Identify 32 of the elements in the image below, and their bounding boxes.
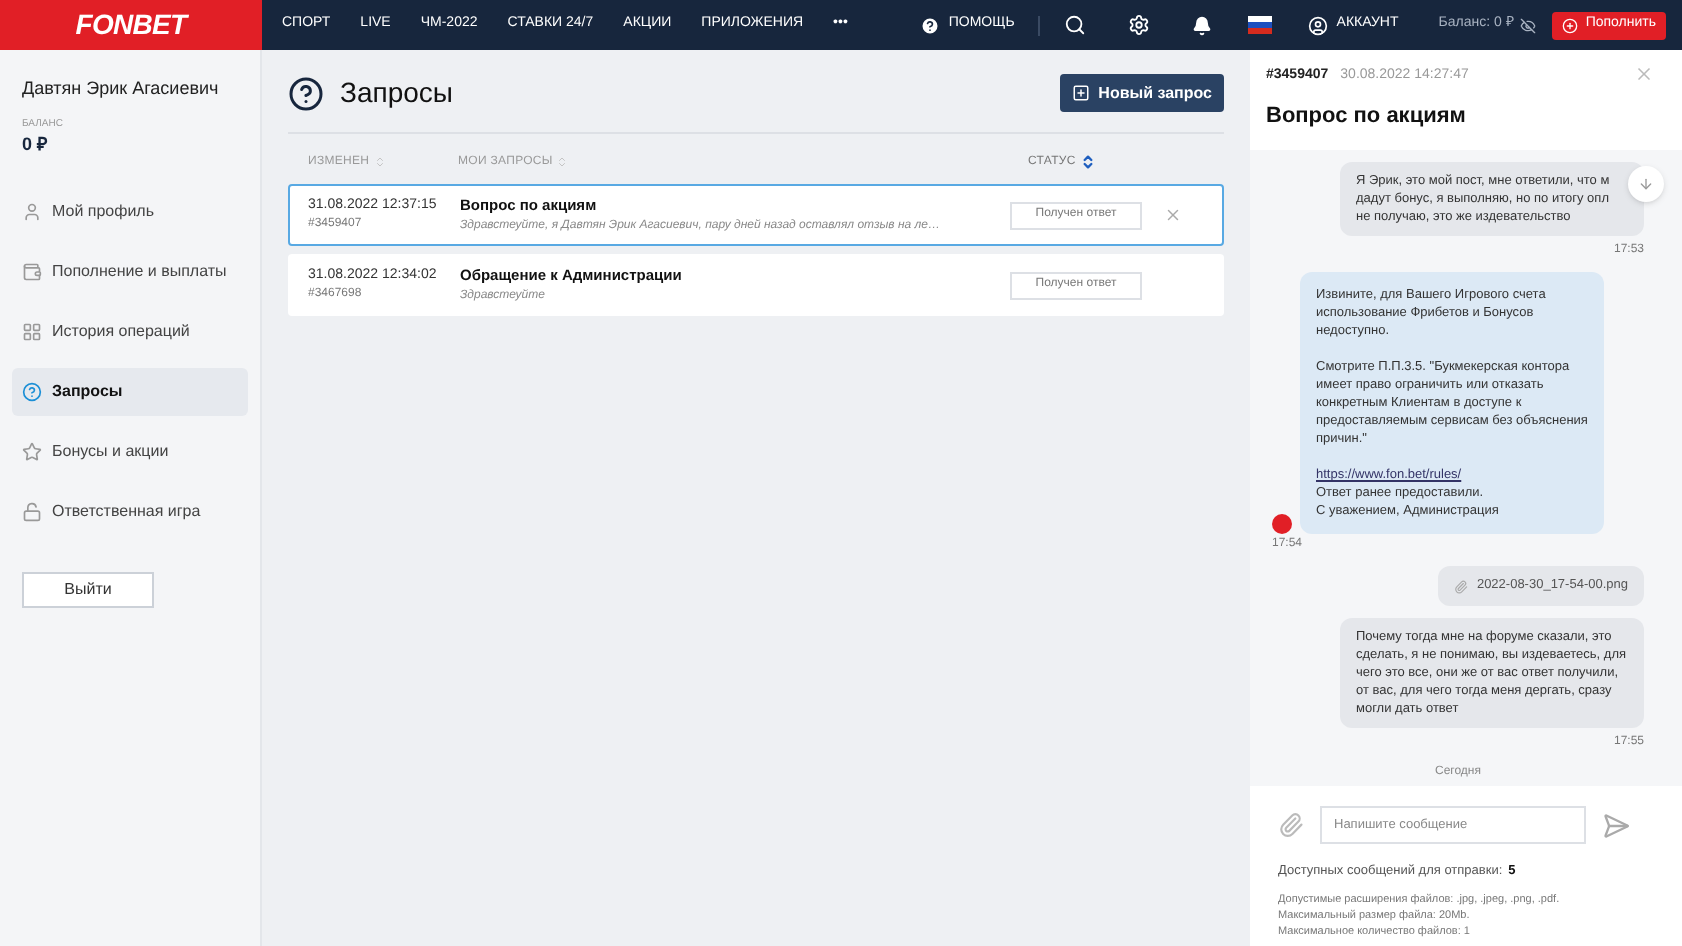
wallet-icon: [22, 261, 42, 281]
chat-title: Вопрос по акциям: [1266, 101, 1468, 131]
bell-icon[interactable]: [1192, 15, 1213, 35]
logo[interactable]: FONBET: [0, 0, 262, 50]
sidebar-item[interactable]: История операций: [12, 307, 248, 355]
help-icon: [920, 15, 941, 35]
balance-value: 0 ₽: [20, 132, 50, 158]
sidebar-item[interactable]: Мой профиль: [12, 187, 248, 235]
logout-button[interactable]: Выйти: [22, 571, 154, 607]
sidebar-item[interactable]: Ответственная игра: [12, 487, 248, 535]
new-request-button[interactable]: Новый запрос: [1060, 74, 1224, 112]
paperclip-icon: [1454, 579, 1469, 593]
page-title: Запросы: [340, 74, 453, 112]
sidebar-item[interactable]: Запросы: [12, 367, 248, 415]
settings-icon[interactable]: [1128, 14, 1151, 36]
plus-icon: [1072, 84, 1091, 102]
sidebar-item[interactable]: Бонусы и акции: [12, 427, 248, 475]
search-icon[interactable]: [1064, 14, 1087, 36]
flag-icon[interactable]: [1248, 16, 1273, 34]
grid-icon: [22, 321, 42, 341]
user-name: Давтян Эрик Агасиевич: [20, 76, 221, 102]
paperclip-icon[interactable]: [1278, 812, 1304, 838]
account-icon: [1308, 15, 1329, 35]
lock-icon: [22, 501, 42, 521]
star-icon: [22, 441, 42, 461]
sidebar-item[interactable]: Пополнение и выплаты: [12, 247, 248, 295]
question-icon: [288, 75, 324, 111]
arrow-down-icon: [1638, 176, 1654, 192]
question-icon: [22, 381, 42, 401]
eye-off-icon[interactable]: [1519, 17, 1536, 33]
user-icon: [22, 201, 42, 221]
plus-icon: [1561, 17, 1578, 33]
